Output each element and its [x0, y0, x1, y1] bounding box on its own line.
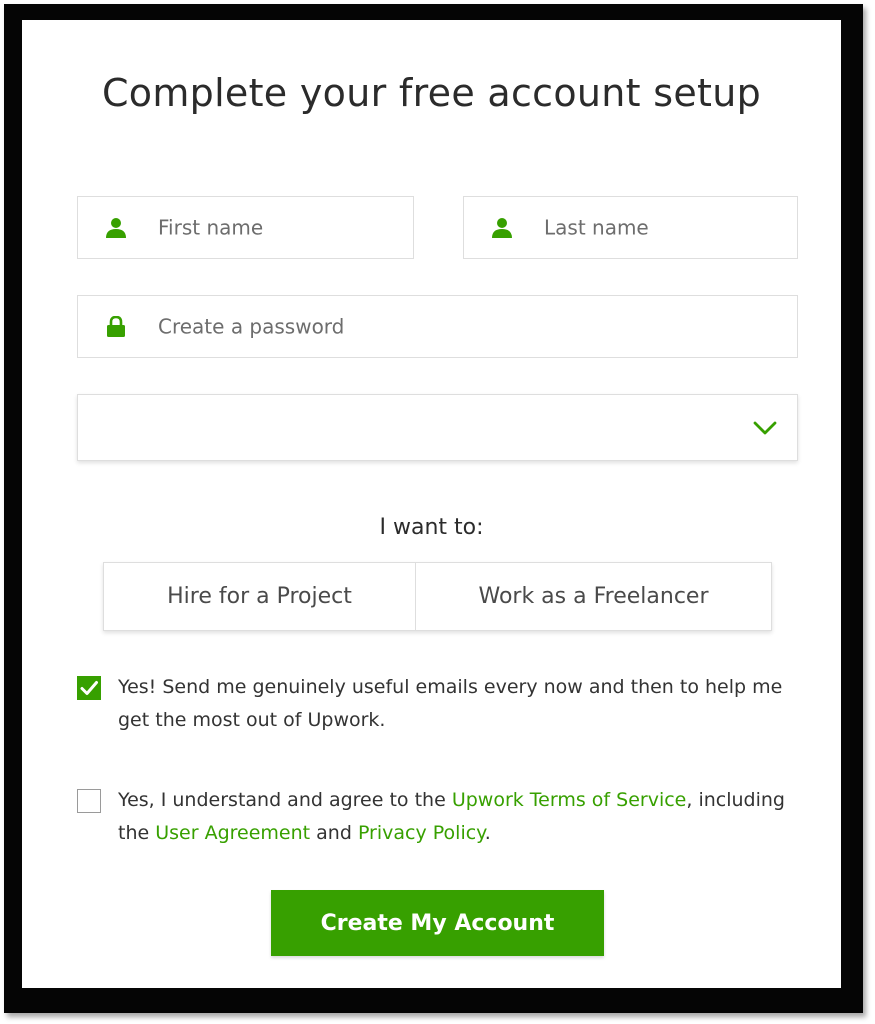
password-field[interactable]: Create a password	[77, 295, 798, 358]
password-placeholder: Create a password	[158, 314, 345, 339]
create-account-button[interactable]: Create My Account	[271, 890, 604, 956]
work-as-freelancer-option[interactable]: Work as a Freelancer	[416, 563, 771, 630]
terms-of-service-link[interactable]: Upwork Terms of Service	[452, 789, 687, 811]
privacy-policy-link[interactable]: Privacy Policy	[358, 822, 485, 844]
screenshot-frame: Complete your free account setup First n…	[4, 4, 863, 1013]
terms-and-text: and	[310, 822, 358, 844]
intent-toggle: Hire for a Project Work as a Freelancer	[103, 562, 772, 631]
page-title: Complete your free account setup	[101, 71, 762, 115]
signup-card: Complete your free account setup First n…	[22, 20, 841, 988]
user-agreement-link[interactable]: User Agreement	[155, 822, 310, 844]
terms-label: Yes, I understand and agree to the Upwor…	[118, 784, 798, 850]
terms-suffix-text: .	[484, 822, 491, 844]
intent-label: I want to:	[379, 515, 484, 540]
email-opt-in-label: Yes! Send me genuinely useful emails eve…	[118, 676, 783, 731]
user-icon	[492, 217, 512, 239]
country-select[interactable]	[77, 394, 798, 461]
user-icon	[106, 217, 126, 239]
terms-checkbox[interactable]	[77, 789, 101, 813]
first-name-field[interactable]: First name	[77, 196, 414, 259]
chevron-down-icon	[753, 420, 777, 436]
first-name-placeholder: First name	[158, 215, 264, 240]
hire-for-project-option[interactable]: Hire for a Project	[104, 563, 416, 630]
checkmark-icon	[80, 681, 98, 695]
last-name-field[interactable]: Last name	[463, 196, 798, 259]
last-name-placeholder: Last name	[544, 215, 649, 240]
email-opt-in-checkbox[interactable]	[77, 676, 101, 700]
lock-icon	[106, 315, 126, 338]
terms-prefix-text: Yes, I understand and agree to the	[118, 789, 452, 811]
